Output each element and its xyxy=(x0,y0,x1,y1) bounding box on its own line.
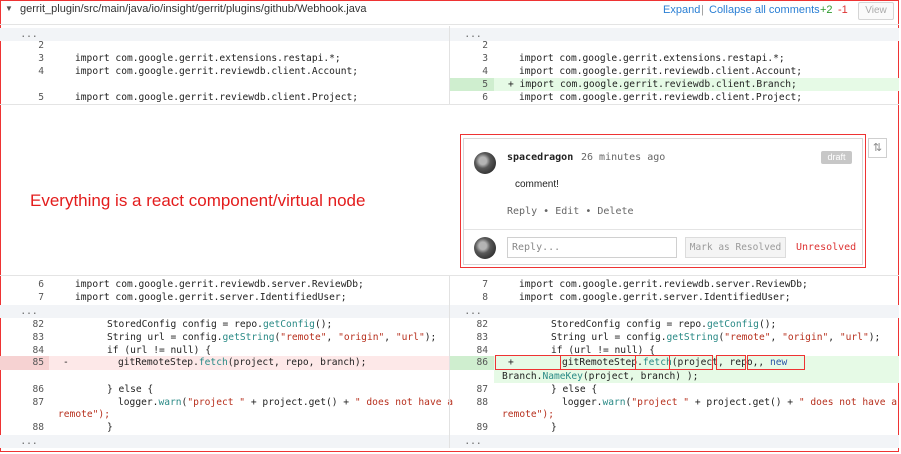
line-number: 85 xyxy=(32,357,44,368)
comment-author[interactable]: spacedragon xyxy=(507,152,573,163)
code-line: String url = config.getString("remote", … xyxy=(551,332,881,343)
code-line-added: Branch.NameKey(project, branch) ); xyxy=(502,371,699,382)
code-line: remote"); xyxy=(58,409,110,420)
token-highlight-box xyxy=(495,355,561,370)
file-path: gerrit_plugin/src/main/java/io/insight/g… xyxy=(20,3,367,15)
code-line: import com.google.gerrit.reviewdb.server… xyxy=(519,279,808,290)
author-avatar xyxy=(474,152,496,174)
collapse-icon[interactable]: ⇅ xyxy=(868,138,887,158)
dot-separator: • xyxy=(543,206,550,217)
edit-link[interactable]: Edit xyxy=(555,206,579,217)
line-number: 87 xyxy=(476,384,488,395)
line-number: 3 xyxy=(482,53,488,64)
file-header: ▼ gerrit_plugin/src/main/java/io/insight… xyxy=(0,0,899,22)
comment-time: 26 minutes ago xyxy=(581,152,666,163)
line-number: 2 xyxy=(38,40,44,51)
token-highlight-box xyxy=(669,355,713,370)
code-line: } xyxy=(551,422,557,433)
code-line: import com.google.gerrit.server.Identifi… xyxy=(75,292,347,303)
code-line: import com.google.gerrit.reviewdb.server… xyxy=(75,279,364,290)
draft-badge: draft xyxy=(821,151,852,164)
token-highlight-box xyxy=(560,355,636,370)
line-number: 4 xyxy=(38,66,44,77)
line-number: 6 xyxy=(482,92,488,103)
line-number: 5 xyxy=(482,79,488,90)
token-highlight-box xyxy=(716,355,746,370)
comment-actions: Reply • Edit • Delete xyxy=(507,206,634,217)
mark-resolved-button[interactable]: Mark as Resolved xyxy=(685,237,786,258)
deletions-count: -1 xyxy=(838,4,848,16)
line-number: 82 xyxy=(476,319,488,330)
code-line: import com.google.gerrit.reviewdb.client… xyxy=(75,66,359,77)
line-number: 88 xyxy=(32,422,44,433)
skip-indicator[interactable]: ... xyxy=(14,435,44,448)
line-number: 8 xyxy=(482,292,488,303)
line-number: 89 xyxy=(476,422,488,433)
comment-text: comment! xyxy=(515,179,559,190)
line-number: 7 xyxy=(38,292,44,303)
code-line-removed: gitRemoteStep.fetch(project, repo, branc… xyxy=(118,357,367,368)
reply-link[interactable]: Reply xyxy=(507,206,537,217)
delete-link[interactable]: Delete xyxy=(597,206,633,217)
line-number: 86 xyxy=(32,384,44,395)
code-line: import com.google.gerrit.extensions.rest… xyxy=(75,53,341,64)
line-number: 3 xyxy=(38,53,44,64)
line-number: 7 xyxy=(482,279,488,290)
code-line: import com.google.gerrit.extensions.rest… xyxy=(519,53,785,64)
additions-count: +2 xyxy=(820,4,833,16)
removed-marker: - xyxy=(63,357,69,368)
line-number: 82 xyxy=(32,319,44,330)
unresolved-toggle[interactable]: Unresolved xyxy=(796,242,856,253)
dot-separator: • xyxy=(585,206,592,217)
skip-indicator[interactable]: ... xyxy=(14,305,44,318)
line-number: 83 xyxy=(32,332,44,343)
code-line: StoredConfig config = repo.getConfig(); xyxy=(551,319,777,330)
code-line: import com.google.gerrit.reviewdb.client… xyxy=(75,92,359,103)
code-line: String url = config.getString("remote", … xyxy=(107,332,437,343)
code-line: remote"); xyxy=(502,409,554,420)
collapse-file-icon[interactable]: ▼ xyxy=(5,4,13,13)
skip-indicator[interactable]: ... xyxy=(458,305,488,318)
line-number: 6 xyxy=(38,279,44,290)
code-line: } xyxy=(107,422,113,433)
line-number: 4 xyxy=(482,66,488,77)
header-separator: | xyxy=(701,4,704,16)
code-line-added: + import com.google.gerrit.reviewdb.clie… xyxy=(508,79,797,90)
line-number: 5 xyxy=(38,92,44,103)
line-number: 86 xyxy=(476,357,488,368)
expand-link[interactable]: Expand xyxy=(663,4,700,16)
view-button[interactable]: View xyxy=(858,2,894,20)
code-line: import com.google.gerrit.reviewdb.client… xyxy=(519,92,803,103)
token-highlight-box xyxy=(747,355,805,370)
annotation-text: Everything is a react component/virtual … xyxy=(30,191,366,210)
token-highlight-box xyxy=(635,355,670,370)
code-line: StoredConfig config = repo.getConfig(); xyxy=(107,319,333,330)
collapse-comments-link[interactable]: Collapse all comments xyxy=(709,4,820,16)
code-line: import com.google.gerrit.server.Identifi… xyxy=(519,292,791,303)
code-line: } else { xyxy=(551,384,598,395)
code-line: } else { xyxy=(107,384,154,395)
skip-indicator[interactable]: ... xyxy=(458,435,488,448)
reply-input[interactable] xyxy=(507,237,677,258)
line-number: 2 xyxy=(482,40,488,51)
reply-avatar xyxy=(474,237,496,259)
code-line: import com.google.gerrit.reviewdb.client… xyxy=(519,66,803,77)
line-number: 83 xyxy=(476,332,488,343)
